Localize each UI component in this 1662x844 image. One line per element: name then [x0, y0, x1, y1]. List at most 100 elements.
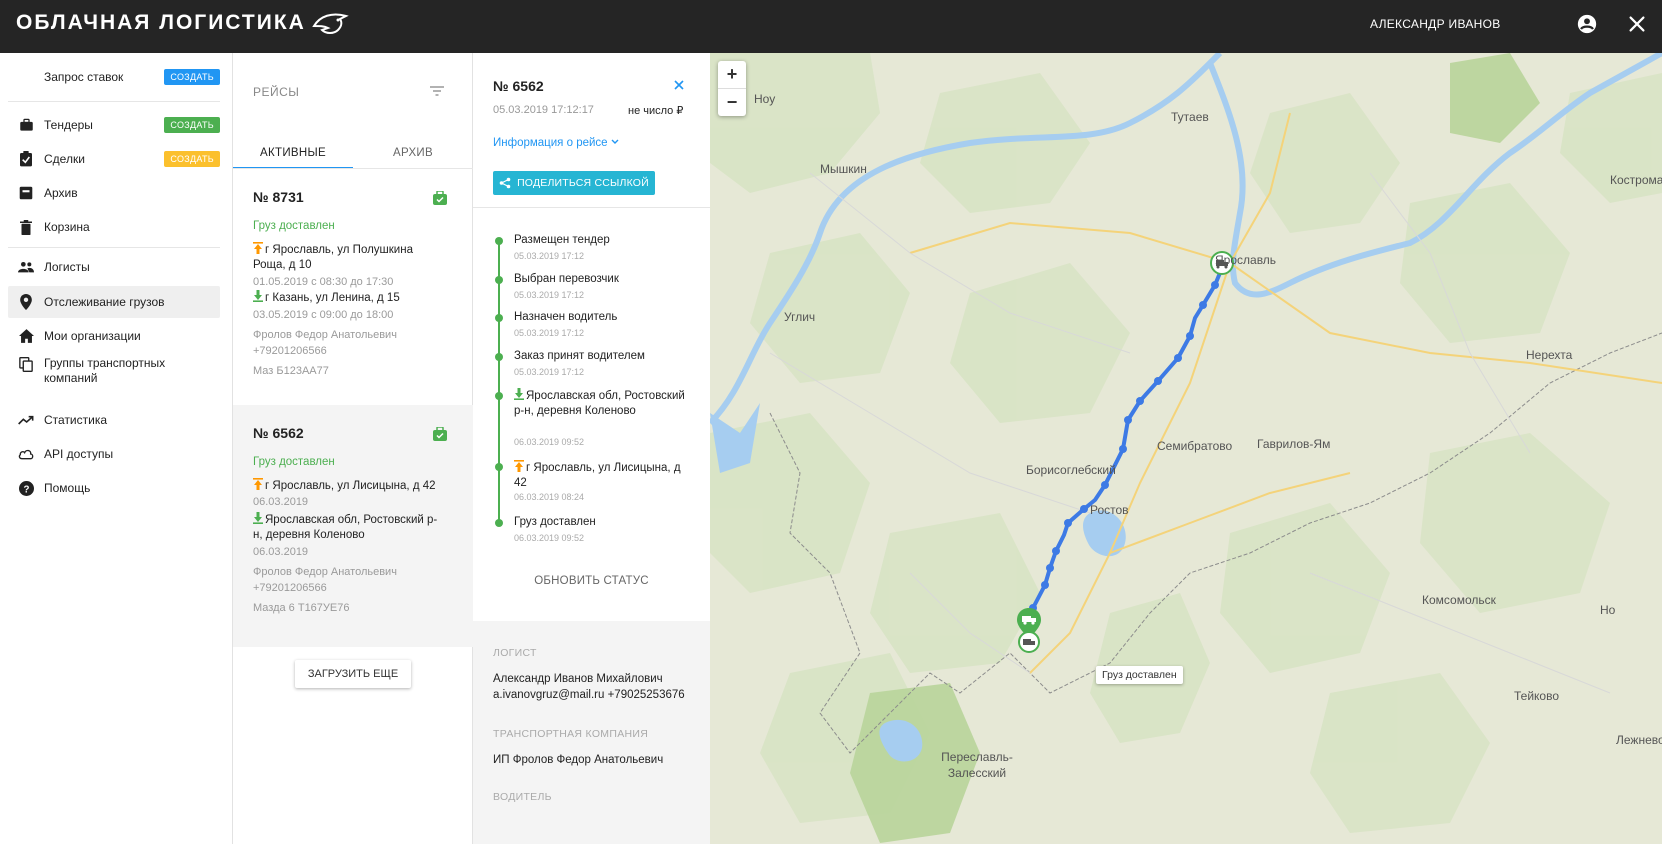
close-icon[interactable] — [673, 79, 685, 91]
download-arrow-icon — [253, 290, 263, 302]
map-city-label: Углич — [784, 310, 816, 324]
tabs-divider — [233, 168, 473, 169]
sidebar-item-label: Запрос ставок — [44, 69, 124, 84]
detail-trip-number: № 6562 — [493, 78, 544, 94]
sidebar-item-cargo-tracking[interactable]: Отслеживание грузов — [8, 286, 220, 318]
trip-from-address: г Ярославль, ул Лисицына, д 42 — [265, 480, 436, 492]
app-logo[interactable]: ОБЛАЧНАЯ ЛОГИСТИКА — [16, 10, 350, 36]
timeline-dot — [495, 519, 503, 527]
timeline-event-title: Размещен тендер — [514, 234, 610, 246]
user-name[interactable]: АЛЕКСАНДР ИВАНОВ — [1370, 17, 1501, 31]
trip-to-address: г Казань, ул Ленина, д 15 — [265, 292, 400, 304]
account-circle-icon[interactable] — [1576, 13, 1598, 35]
timeline-event-title: Назначен водитель — [514, 311, 618, 323]
company-name: ИП Фролов Федор Анатольевич — [493, 754, 664, 766]
svg-text:?: ? — [23, 484, 29, 495]
trip-from-address: г Ярославль, ул Полушкина Роща, д 10 — [253, 244, 413, 271]
load-more-button[interactable]: ЗАГРУЗИТЬ ЕЩЕ — [295, 660, 411, 688]
sidebar-item-label: Группы транспортных компаний — [44, 356, 166, 385]
trip-from-time: 06.03.2019 — [253, 496, 309, 508]
timeline-event-title: Выбран перевозчик — [514, 273, 619, 285]
trip-number: № 6562 — [253, 425, 304, 441]
trip-to: г Казань, ул Ленина, д 15 — [253, 290, 443, 306]
trash-icon — [18, 219, 34, 235]
sidebar-item-label: Корзина — [44, 219, 90, 234]
chevron-down-icon — [611, 139, 619, 144]
map-city-label: Лежнево — [1616, 733, 1662, 747]
trip-vehicle: Мазда 6 Т167УЕ76 — [253, 602, 350, 614]
zoom-out-button[interactable]: − — [718, 89, 746, 116]
trip-contacts: ЛОГИСТ Александр Иванов Михайлович a.iva… — [473, 621, 710, 844]
sidebar-item-label: Тендеры — [44, 117, 93, 132]
trip-from: г Ярославль, ул Полушкина Роща, д 10 — [253, 242, 443, 273]
create-deal-button[interactable]: СОЗДАТЬ — [164, 151, 220, 167]
timeline-dot — [495, 353, 503, 361]
timeline-event-title: Груз доставлен — [514, 516, 596, 528]
sidebar-item-trash[interactable]: Корзина — [8, 211, 220, 243]
filter-icon[interactable] — [429, 83, 445, 99]
timeline-dot — [495, 392, 503, 400]
timeline-event-date: 06.03.2019 09:52 — [514, 533, 585, 543]
help-circle-icon: ? — [18, 480, 34, 496]
tab-active[interactable]: АКТИВНЫЕ — [233, 139, 353, 169]
sidebar-item-tenders[interactable]: Тендеры СОЗДАТЬ — [8, 109, 220, 141]
divider — [8, 247, 220, 248]
zoom-in-button[interactable]: + — [718, 61, 746, 88]
detail-price: не число ₽ — [628, 105, 684, 117]
map[interactable]: Тутаев Мышкин Ярославль Углич Нерехта Се… — [710, 53, 1662, 844]
clipboard-check-icon — [18, 151, 34, 167]
sidebar-item-help[interactable]: ? Помощь — [8, 472, 220, 504]
timeline-event-text: г Ярославль, ул Лисицына, д 42 — [514, 462, 681, 489]
trip-to-time: 06.03.2019 — [253, 546, 309, 558]
timeline-dot — [495, 237, 503, 245]
create-rate-request-button[interactable]: СОЗДАТЬ — [164, 69, 220, 85]
timeline-event-title: Заказ принят водителем — [514, 350, 645, 362]
sidebar-item-statistics[interactable]: Статистика — [8, 404, 220, 436]
trip-card[interactable]: № 8731 Груз доставлен г Ярославль, ул По… — [233, 170, 473, 405]
trip-info-link[interactable]: Информация о рейсе — [493, 137, 619, 149]
top-bar: ОБЛАЧНАЯ ЛОГИСТИКА АЛЕКСАНДР ИВАНОВ — [0, 0, 1662, 53]
sidebar-item-label: Отслеживание грузов — [44, 294, 165, 309]
sidebar-item-label: Помощь — [44, 480, 91, 495]
timeline-event-date: 06.03.2019 09:52 — [514, 437, 585, 447]
tab-archive[interactable]: АРХИВ — [353, 139, 473, 169]
leopard-logo-icon — [312, 13, 349, 34]
trip-phone: +79201206566 — [253, 345, 327, 357]
trip-info-label: Информация о рейсе — [493, 137, 608, 149]
trip-status: Груз доставлен — [253, 220, 335, 232]
trip-card[interactable]: № 6562 Груз доставлен г Ярославль, ул Ли… — [233, 405, 473, 647]
sidebar-item-my-organizations[interactable]: Мои организации — [8, 320, 220, 352]
cloud-icon — [18, 446, 34, 462]
briefcase-check-icon — [433, 427, 447, 441]
map-city-label: Гаврилов-Ям — [1257, 437, 1331, 451]
sidebar-item-api-access[interactable]: API доступы — [8, 438, 220, 470]
sidebar-item-archive[interactable]: Архив — [8, 177, 220, 209]
close-icon[interactable] — [1626, 13, 1648, 35]
brand-name: ОБЛАЧНАЯ ЛОГИСТИКА — [16, 11, 306, 34]
map-city-label: Тейково — [1514, 689, 1560, 703]
create-tender-button[interactable]: СОЗДАТЬ — [164, 117, 220, 133]
sidebar-item-logists[interactable]: Логисты — [8, 251, 220, 283]
sidebar-item-label: Мои организации — [44, 328, 141, 343]
update-status-button[interactable]: ОБНОВИТЬ СТАТУС — [473, 575, 710, 587]
share-link-button[interactable]: ПОДЕЛИТЬСЯ ССЫЛКОЙ — [493, 171, 655, 195]
sidebar-item-transport-groups[interactable]: Группы транспортных компаний — [8, 354, 220, 394]
home-icon — [18, 328, 34, 344]
sidebar-item-deals[interactable]: Сделки СОЗДАТЬ — [8, 143, 220, 175]
sidebar: Запрос ставок СОЗДАТЬ Тендеры СОЗДАТЬ Сд… — [0, 53, 233, 844]
trip-from: г Ярославль, ул Лисицына, д 42 — [253, 478, 443, 494]
upload-arrow-icon — [514, 460, 524, 472]
timeline-event-date: 06.03.2019 08:24 — [514, 492, 585, 502]
download-arrow-icon — [514, 388, 524, 400]
map-city-label: Кострома — [1610, 173, 1662, 187]
trip-vehicle: Маз Б123АА77 — [253, 365, 329, 377]
divider — [473, 207, 710, 208]
rate-request-icon — [18, 69, 34, 85]
logist-contact[interactable]: a.ivanovgruz@mail.ru +79025253676 — [493, 687, 685, 703]
map-city-label: Нерехта — [1526, 348, 1573, 362]
sidebar-item-rate-requests[interactable]: Запрос ставок СОЗДАТЬ — [8, 61, 220, 93]
logist-name: Александр Иванов Михайлович — [493, 673, 663, 685]
copy-icon — [18, 356, 34, 372]
end-marker-icon[interactable] — [1017, 630, 1041, 654]
map-city-label: Ростов — [1090, 503, 1129, 517]
